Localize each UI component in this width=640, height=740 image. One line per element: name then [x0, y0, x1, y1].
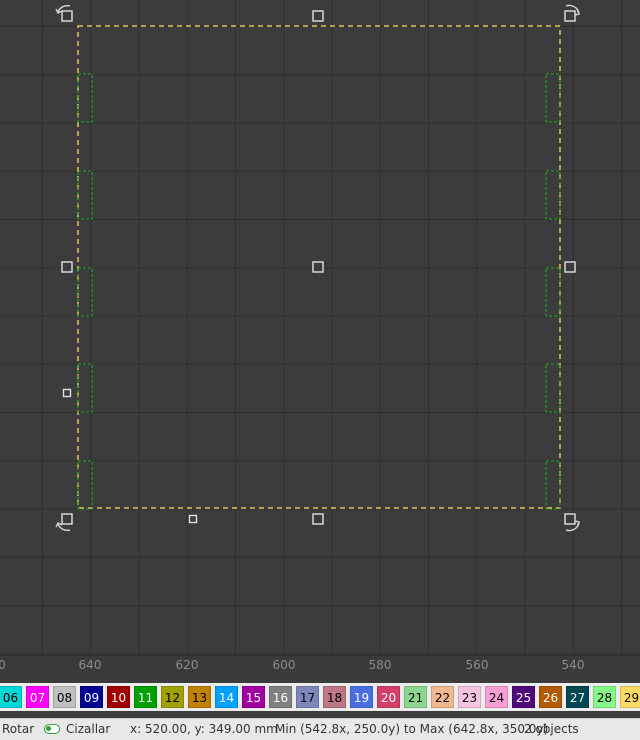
bottom-right-handle[interactable] [564, 513, 576, 525]
ruler-tick-label: 640 [78, 658, 102, 672]
color-swatch-21[interactable]: 21 [404, 686, 427, 708]
color-swatch-23[interactable]: 23 [458, 686, 481, 708]
ruler-tick-label: 560 [465, 658, 489, 672]
right-tab-outline [545, 73, 561, 123]
status-bar: Rotar Cizallar x: 520.00, y: 349.00 mm M… [0, 718, 640, 740]
top-center-handle[interactable] [312, 10, 324, 22]
ruler-tick-label: 540 [561, 658, 585, 672]
color-swatch-19[interactable]: 19 [350, 686, 373, 708]
right-tab-outline [545, 267, 561, 317]
color-swatch-12[interactable]: 12 [161, 686, 184, 708]
color-swatch-10[interactable]: 10 [107, 686, 130, 708]
right-tab-outline [545, 170, 561, 220]
color-swatch-17[interactable]: 17 [296, 686, 319, 708]
ruler-tick-label: 620 [175, 658, 199, 672]
color-swatch-16[interactable]: 16 [269, 686, 292, 708]
color-swatch-20[interactable]: 20 [377, 686, 400, 708]
color-swatch-25[interactable]: 25 [512, 686, 535, 708]
color-palette: 06 07 08 09 10 11 12 13 14 15 16 17 18 19 20 21 22 23 24 25… [0, 683, 640, 711]
bottom-center-handle[interactable] [312, 513, 324, 525]
selection-count: 2 objects [524, 722, 579, 736]
ruler-tick-label: 580 [368, 658, 392, 672]
color-swatch-13[interactable]: 13 [188, 686, 211, 708]
rotate-mode-label[interactable]: Rotar [2, 722, 34, 736]
ruler-tick-label: 0 [0, 658, 6, 672]
design-canvas[interactable] [0, 0, 640, 655]
color-swatch-06[interactable]: 06 [0, 686, 22, 708]
pivot-handle[interactable] [62, 388, 72, 398]
color-swatch-18[interactable]: 18 [323, 686, 346, 708]
shear-mode-label[interactable]: Cizallar [66, 722, 110, 736]
top-left-handle[interactable] [61, 10, 73, 22]
right-tab-outline [545, 363, 561, 413]
color-swatch-15[interactable]: 15 [242, 686, 265, 708]
color-swatch-26[interactable]: 26 [539, 686, 562, 708]
color-swatch-24[interactable]: 24 [485, 686, 508, 708]
color-swatch-29[interactable]: 29 [620, 686, 640, 708]
middle-right-handle[interactable] [564, 261, 576, 273]
bottom-skew-handle[interactable] [188, 514, 198, 524]
color-swatch-09[interactable]: 09 [80, 686, 103, 708]
color-swatch-22[interactable]: 22 [431, 686, 454, 708]
right-tab-outline [545, 460, 561, 510]
left-tab-outline [77, 170, 93, 220]
ruler-tick-label: 600 [272, 658, 296, 672]
center-handle[interactable] [312, 261, 324, 273]
top-right-handle[interactable] [564, 10, 576, 22]
bottom-left-handle[interactable] [61, 513, 73, 525]
cursor-coordinates: x: 520.00, y: 349.00 mm [130, 722, 278, 736]
color-swatch-11[interactable]: 11 [134, 686, 157, 708]
horizontal-ruler: 0 640 620 600 580 560 540 [0, 655, 640, 678]
selection-bounds: Min (542.8x, 250.0y) to Max (642.8x, 350… [275, 722, 549, 736]
color-swatch-27[interactable]: 27 [566, 686, 589, 708]
left-tab-outline [77, 363, 93, 413]
left-tab-outline [77, 73, 93, 123]
middle-left-handle[interactable] [61, 261, 73, 273]
left-tab-outline [77, 460, 93, 510]
canvas-drawing [55, 4, 581, 532]
color-swatch-28[interactable]: 28 [593, 686, 616, 708]
left-tab-outline [77, 267, 93, 317]
color-swatch-08[interactable]: 08 [53, 686, 76, 708]
color-swatch-14[interactable]: 14 [215, 686, 238, 708]
shear-toggle-icon[interactable] [44, 724, 60, 734]
color-swatch-07[interactable]: 07 [26, 686, 49, 708]
